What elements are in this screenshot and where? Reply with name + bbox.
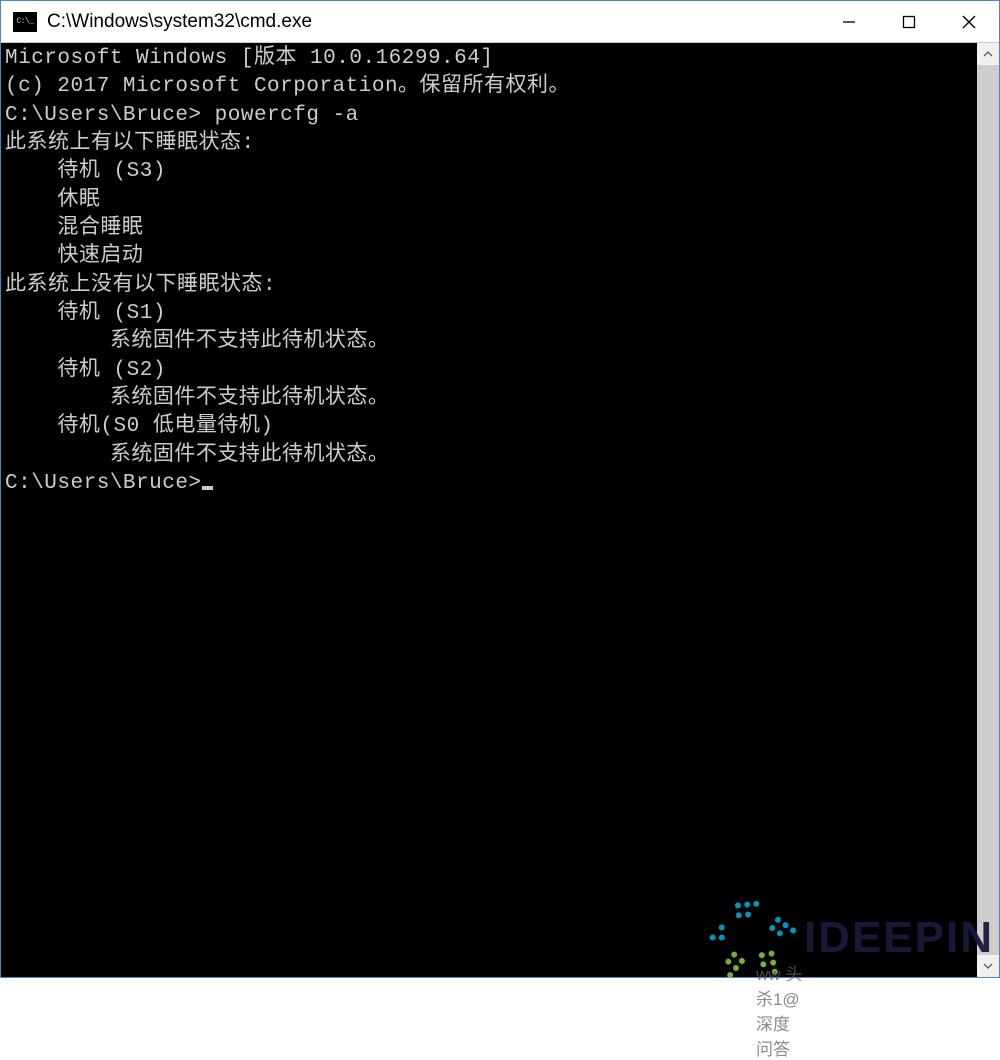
titlebar[interactable]: C:\Windows\system32\cmd.exe (1, 1, 999, 43)
close-icon (961, 14, 977, 30)
output-line: 待机(S0 低电量待机) (5, 413, 973, 441)
output-line: 系统固件不支持此待机状态。 (5, 328, 973, 356)
output-line: (c) 2017 Microsoft Corporation。保留所有权利。 (5, 73, 973, 101)
output-line: 混合睡眠 (5, 215, 973, 243)
maximize-icon (902, 15, 916, 29)
window-controls (819, 1, 999, 42)
chevron-down-icon (983, 961, 993, 971)
scroll-track[interactable] (977, 65, 999, 955)
output-line: 此系统上有以下睡眠状态: (5, 130, 973, 158)
prompt-text: C:\Users\Bruce> (5, 472, 202, 495)
output-line: 快速启动 (5, 243, 973, 271)
close-button[interactable] (939, 1, 999, 42)
output-line: Microsoft Windows [版本 10.0.16299.64] (5, 45, 973, 73)
client-area: Microsoft Windows [版本 10.0.16299.64](c) … (1, 43, 999, 977)
chevron-up-icon (983, 49, 993, 59)
output-line: 系统固件不支持此待机状态。 (5, 385, 973, 413)
output-line: 待机 (S1) (5, 300, 973, 328)
window-title: C:\Windows\system32\cmd.exe (47, 11, 819, 33)
output-line: 此系统上没有以下睡眠状态: (5, 272, 973, 300)
minimize-button[interactable] (819, 1, 879, 42)
cmd-icon (13, 12, 37, 32)
vertical-scrollbar[interactable] (977, 43, 999, 977)
scroll-thumb[interactable] (977, 65, 999, 955)
output-line: 待机 (S3) (5, 158, 973, 186)
terminal-output[interactable]: Microsoft Windows [版本 10.0.16299.64](c) … (1, 43, 977, 977)
prompt-line: C:\Users\Bruce> (5, 470, 973, 498)
maximize-button[interactable] (879, 1, 939, 42)
output-line: 系统固件不支持此待机状态。 (5, 442, 973, 470)
prompt-line: C:\Users\Bruce> powercfg -a (5, 102, 973, 130)
output-line: 待机 (S2) (5, 357, 973, 385)
scroll-down-button[interactable] (977, 955, 999, 977)
cmd-window: C:\Windows\system32\cmd.exe Microsoft Wi… (0, 0, 1000, 978)
output-line: 休眠 (5, 187, 973, 215)
scroll-up-button[interactable] (977, 43, 999, 65)
minimize-icon (842, 15, 856, 29)
cursor (202, 486, 213, 490)
